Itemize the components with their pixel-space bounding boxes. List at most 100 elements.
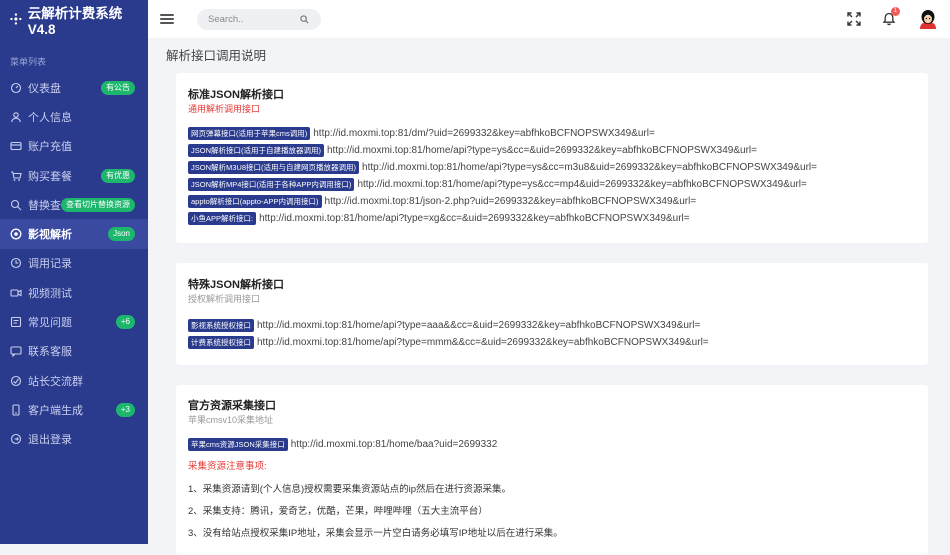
api-tag: 影视系统授权接口 [188, 319, 254, 332]
sidebar-item-6[interactable]: 影视解析 Json [0, 219, 148, 249]
api-url[interactable]: http://id.moxmi.top:81/home/api?type=aaa… [257, 320, 700, 331]
group-icon [10, 375, 22, 386]
menu-toggle-icon[interactable] [160, 14, 174, 24]
sidebar-item-label: 客户端生成 [28, 404, 83, 417]
sidebar-item-5[interactable]: 替换查询 查看切片替换资源 [0, 190, 148, 219]
logo-icon [10, 13, 22, 25]
sidebar-item-label: 联系客服 [28, 346, 72, 359]
api-tag: 网页弹幕接口(适用于苹果cms调用) [188, 127, 311, 140]
sidebar-badge: +3 [115, 403, 135, 418]
search-input[interactable] [208, 13, 300, 25]
sidebar-item-label: 调用记录 [28, 258, 72, 271]
brand[interactable]: 云解析计费系统V4.8 [0, 0, 148, 38]
main-content: 解析接口调用说明 标准JSON解析接口 通用解析调用接口 网页弹幕接口(适用于苹… [148, 38, 950, 555]
api-tag: JSON解析MP4接口(适用于各种APP内调用接口) [188, 178, 355, 191]
card-official-collect: 官方资源采集接口 苹果cmsv10采集地址 苹果cms资源JSON采集接口 htt… [176, 385, 928, 555]
sidebar-item-label: 个人信息 [28, 111, 72, 124]
menu-caption: 菜单列表 [10, 57, 47, 67]
api-tag: JSON解析M3U8接口(适用与自建网页播放器调用) [188, 161, 360, 174]
api-row: 小鱼APP解析接口: http://id.moxmi.top:81/home/ap… [188, 212, 690, 225]
card-subtitle: 授权解析调用接口 [188, 294, 261, 304]
card-title: 标准JSON解析接口 [188, 89, 284, 101]
sidebar-item-label: 站长交流群 [28, 375, 83, 388]
sidebar-item-2[interactable]: 个人信息 [0, 102, 148, 131]
note-item: 2、采集支持：腾讯，爱奇艺，优酷，芒果，哔哩哔哩（五大主流平台） [188, 506, 488, 517]
card-standard-json: 标准JSON解析接口 通用解析调用接口 网页弹幕接口(适用于苹果cms调用) ht… [176, 73, 928, 243]
api-tag: 小鱼APP解析接口: [188, 212, 257, 225]
sidebar-item-10[interactable]: 联系客服 [0, 337, 148, 366]
page-title: 解析接口调用说明 [166, 49, 267, 63]
sidebar-item-label: 视频测试 [28, 287, 72, 300]
brand-title: 云解析计费系统V4.8 [27, 5, 123, 37]
api-row: 影视系统授权接口 http://id.moxmi.top:81/home/api?… [188, 319, 700, 332]
card-title: 官方资源采集接口 [188, 400, 276, 412]
record-icon [10, 258, 22, 269]
sidebar-item-label: 退出登录 [28, 434, 72, 447]
user-icon [11, 112, 21, 122]
api-tag: JSON解析接口(适用于自建播放器调用) [188, 144, 324, 157]
sidebar: 云解析计费系统V4.8 菜单列表 仪表盘 有公告个人信息账户充值购买套餐 有优惠替换… [0, 0, 148, 544]
sidebar-item-label: 仪表盘 [28, 82, 61, 95]
api-url[interactable]: http://id.moxmi.top:81/home/api?type=ys&… [357, 179, 806, 190]
sidebar-item-11[interactable]: 站长交流群 [0, 366, 148, 395]
dashboard-icon [10, 82, 22, 93]
api-row: 苹果cms资源JSON采集接口 http://id.moxmi.top:81/ho… [188, 438, 497, 451]
card-icon [10, 142, 22, 151]
api-url[interactable]: http://id.moxmi.top:81/home/api?type=mmm… [257, 337, 709, 348]
question-icon [10, 316, 22, 328]
sidebar-badge: +6 [115, 315, 135, 330]
api-tag: appto解析接口(appto-APP内调用接口) [188, 195, 322, 208]
sidebar-item-label: 购买套餐 [28, 170, 72, 183]
sidebar-item-1[interactable]: 仪表盘 有公告 [0, 73, 148, 102]
notification-badge: 1 [891, 7, 900, 16]
api-url[interactable]: http://id.moxmi.top:81/home/api?type=ys&… [327, 145, 757, 156]
sidebar-item-9[interactable]: 常见问题 +6 [0, 307, 148, 336]
api-tag: 计费系统授权接口 [188, 336, 254, 349]
sidebar-item-7[interactable]: 调用记录 [0, 249, 148, 278]
cart-icon [11, 170, 22, 181]
api-row: JSON解析M3U8接口(适用与自建网页播放器调用) http://id.moxm… [188, 161, 817, 174]
video-icon [10, 289, 22, 297]
api-url[interactable]: http://id.moxmi.top:81/home/api?type=ys&… [362, 162, 817, 173]
card-special-json: 特殊JSON解析接口 授权解析调用接口 影视系统授权接口 http://id.mo… [176, 263, 928, 365]
sidebar-badge: 有公告 [101, 81, 135, 95]
api-row: 计费系统授权接口 http://id.moxmi.top:81/home/api?… [188, 336, 709, 349]
api-row: 网页弹幕接口(适用于苹果cms调用) http://id.moxmi.top:81… [188, 127, 655, 140]
sidebar-item-8[interactable]: 视频测试 [0, 278, 148, 307]
search-icon [10, 199, 22, 211]
sidebar-item-13[interactable]: 退出登录 [0, 425, 148, 454]
sidebar-item-4[interactable]: 购买套餐 有优惠 [0, 161, 148, 190]
sidebar-badge: 查看切片替换资源 [61, 198, 135, 213]
sidebar-menu: 仪表盘 有公告个人信息账户充值购买套餐 有优惠替换查询 查看切片替换资源影视解析 Jso… [0, 73, 148, 454]
logout-icon [10, 434, 22, 445]
avatar[interactable] [919, 9, 937, 29]
sidebar-item-3[interactable]: 账户充值 [0, 132, 148, 161]
sidebar-item-12[interactable]: 客户端生成 +3 [0, 395, 148, 424]
api-tag: 苹果cms资源JSON采集接口 [188, 438, 288, 451]
note-item: 3、没有给站点授权采集IP地址，采集会显示一片空白请务必填写IP地址以后在进行采… [188, 528, 563, 539]
api-url[interactable]: http://id.moxmi.top:81/home/baa?uid=2699… [291, 439, 498, 450]
card-subtitle: 通用解析调用接口 [188, 104, 261, 114]
api-url[interactable]: http://id.moxmi.top:81/home/api?type=xg&… [259, 213, 690, 224]
phone-icon [12, 404, 20, 416]
search-icon[interactable] [300, 14, 309, 24]
api-row: JSON解析接口(适用于自建播放器调用) http://id.moxmi.top:… [188, 144, 757, 157]
sidebar-item-label: 常见问题 [28, 317, 72, 330]
api-row: JSON解析MP4接口(适用于各种APP内调用接口) http://id.moxm… [188, 178, 807, 191]
fullscreen-icon[interactable] [847, 12, 861, 26]
sidebar-badge: 有优惠 [101, 168, 135, 183]
api-row: appto解析接口(appto-APP内调用接口) http://id.moxmi… [188, 195, 696, 208]
topbar: 1 [148, 0, 950, 38]
chat-icon [10, 346, 22, 358]
card-title: 特殊JSON解析接口 [188, 279, 284, 291]
note-item: 1、采集资源请到(个人信息)授权需要采集资源站点的ip然后在进行资源采集。 [188, 484, 512, 495]
api-url[interactable]: http://id.moxmi.top:81/json-2.php?uid=26… [325, 196, 697, 207]
api-url[interactable]: http://id.moxmi.top:81/dm/?uid=2699332&k… [313, 128, 655, 139]
search-box[interactable] [197, 8, 321, 30]
sidebar-badge: Json [108, 227, 135, 242]
film-icon [10, 228, 22, 240]
sidebar-item-label: 影视解析 [28, 229, 72, 242]
card-subtitle: 苹果cmsv10采集地址 [188, 415, 274, 425]
notes-title: 采集资源注意事项: [188, 461, 267, 472]
sidebar-item-label: 账户充值 [28, 141, 72, 154]
